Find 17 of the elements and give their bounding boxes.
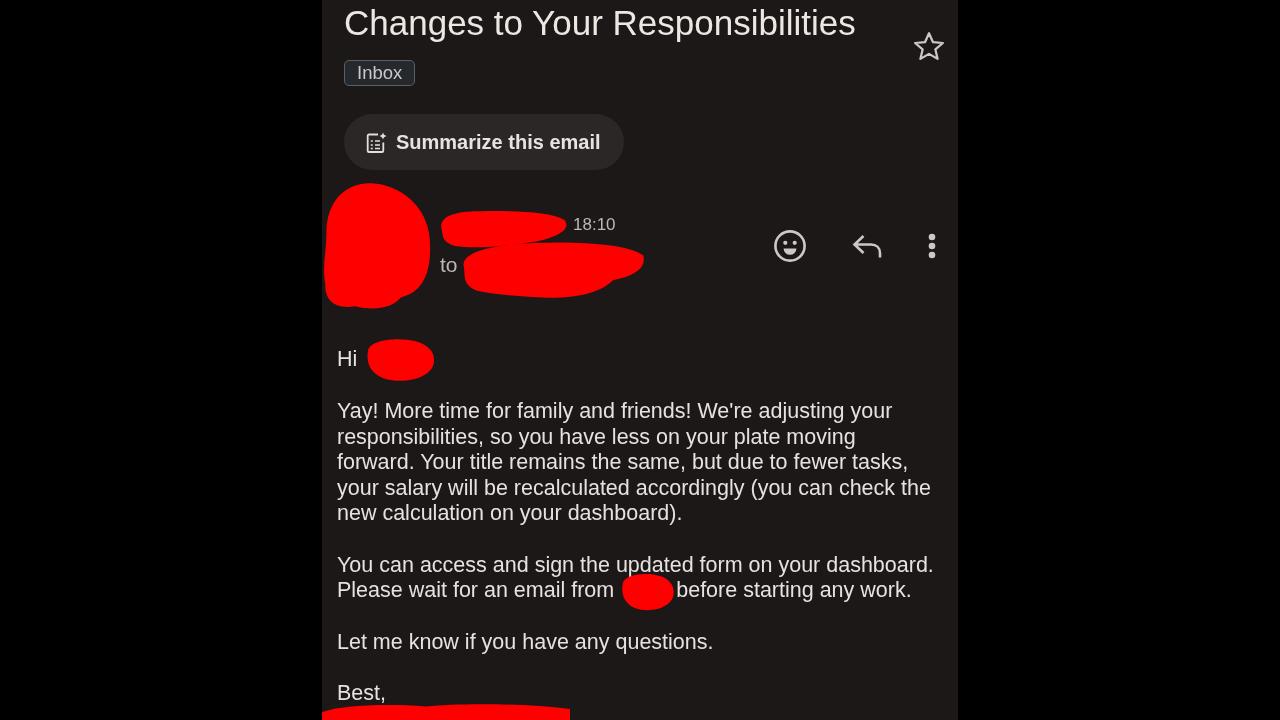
label-chip: Inbox (344, 60, 416, 86)
email-body-text: Best, (337, 681, 386, 706)
email-body-text: Please wait for an email from (337, 578, 615, 603)
star-icon[interactable] (914, 31, 944, 60)
more-vertical-icon[interactable] (928, 232, 936, 259)
reply-icon[interactable] (852, 233, 882, 258)
recipient-prefix: to (440, 253, 458, 276)
smiley-icon[interactable] (774, 229, 806, 262)
sent-time: 18:10 (573, 215, 616, 234)
email-body-text: You can access and sign the updated form on your dashboard. (337, 552, 934, 577)
email-body-text: Yay! More time for family and friends! We're adjusting your responsibilities, so you have less on your plate moving forward. Your title remains the same, but due to fewer tasks, your salary will be recalculated accordingly (you can check the new calculation on your dashboard). (337, 398, 931, 526)
document-sparkle-icon (366, 131, 387, 153)
email-body-text: before starting any work. (676, 578, 912, 603)
email-body-text: Let me know if you have any questions. (337, 630, 714, 654)
summarize-button[interactable]: Summarize this email (344, 114, 624, 170)
email-subject: Changes to Your Responsibilities (344, 3, 856, 43)
email-body-text: Hi (337, 347, 358, 371)
